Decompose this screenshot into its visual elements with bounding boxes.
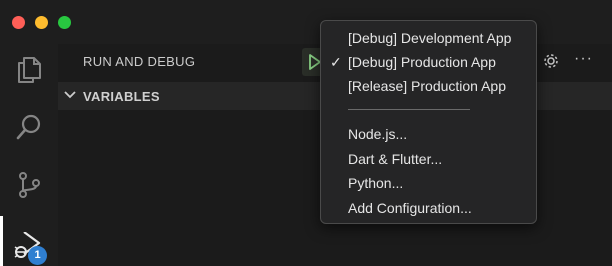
panel-title: RUN AND DEBUG <box>83 54 196 69</box>
maximize-window-button[interactable] <box>58 16 71 29</box>
more-actions-button[interactable]: ··· <box>574 50 593 68</box>
launch-config-dropdown: [Debug] Development App ✓ [Debug] Produc… <box>320 20 537 224</box>
checkmark-icon: ✓ <box>330 54 342 70</box>
close-window-button[interactable] <box>12 16 25 29</box>
menu-item-label: [Debug] Development App <box>348 30 512 46</box>
menu-item-debug-production-app[interactable]: ✓ [Debug] Production App <box>321 50 536 74</box>
search-icon[interactable] <box>14 112 44 142</box>
activity-bar: 1 <box>0 44 58 266</box>
menu-item-label: Python... <box>348 175 404 191</box>
menu-separator <box>348 109 470 110</box>
menu-item-label: [Release] Production App <box>348 78 506 94</box>
section-label: VARIABLES <box>83 89 160 104</box>
menu-item-label: Node.js... <box>348 126 408 142</box>
menu-item-nodejs[interactable]: Node.js... <box>321 122 536 146</box>
menu-item-dart-flutter[interactable]: Dart & Flutter... <box>321 147 536 171</box>
chevron-down-icon <box>64 91 76 99</box>
menu-item-label: Dart & Flutter... <box>348 151 443 167</box>
files-icon[interactable] <box>14 54 44 84</box>
menu-item-label: [Debug] Production App <box>348 54 496 70</box>
vscode-window: 1 RUN AND DEBUG ··· VARIABLES [Debug] De… <box>0 0 612 266</box>
menu-item-python[interactable]: Python... <box>321 171 536 195</box>
minimize-window-button[interactable] <box>35 16 48 29</box>
notification-badge: 1 <box>28 246 47 265</box>
menu-item-add-configuration[interactable]: Add Configuration... <box>321 196 536 220</box>
active-indicator <box>0 216 3 266</box>
source-control-icon[interactable] <box>14 170 44 200</box>
menu-item-release-production-app[interactable]: [Release] Production App <box>321 74 536 98</box>
gear-icon[interactable] <box>542 52 560 70</box>
menu-item-label: Add Configuration... <box>348 200 472 216</box>
menu-item-debug-development-app[interactable]: [Debug] Development App <box>321 26 536 50</box>
